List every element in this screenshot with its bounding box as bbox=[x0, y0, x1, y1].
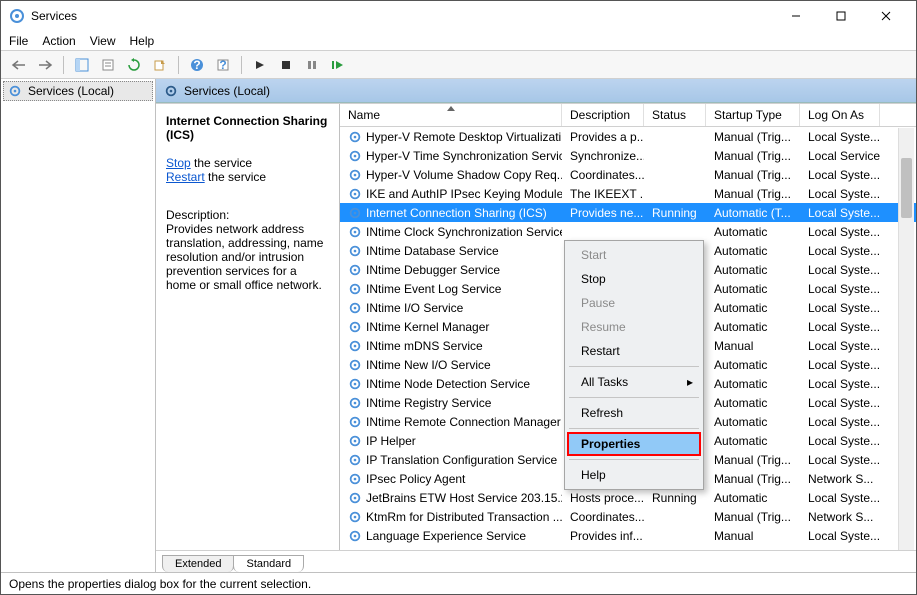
minimize-button[interactable] bbox=[773, 2, 818, 30]
content-area: Services (Local) Services (Local) Intern… bbox=[1, 79, 916, 572]
ctx-start: Start bbox=[567, 243, 701, 267]
menu-action[interactable]: Action bbox=[42, 34, 75, 48]
restart-service-link[interactable]: Restart bbox=[166, 170, 205, 184]
gear-icon bbox=[8, 84, 22, 98]
description-label: Description: bbox=[166, 208, 329, 222]
ctx-stop[interactable]: Stop bbox=[567, 267, 701, 291]
help-toolbar-button[interactable]: ? bbox=[185, 53, 209, 77]
service-row[interactable]: Hyper-V Time Synchronization ServiceSync… bbox=[340, 146, 916, 165]
menu-help[interactable]: Help bbox=[130, 34, 155, 48]
help-toolbar-button-2[interactable]: ? bbox=[211, 53, 235, 77]
menu-file[interactable]: File bbox=[9, 34, 28, 48]
svg-text:?: ? bbox=[219, 58, 226, 72]
col-logon[interactable]: Log On As bbox=[800, 104, 880, 126]
menubar: File Action View Help bbox=[1, 31, 916, 51]
service-row[interactable]: Language Experience ServiceProvides inf.… bbox=[340, 526, 916, 545]
ctx-refresh[interactable]: Refresh bbox=[567, 401, 701, 425]
tab-standard[interactable]: Standard bbox=[233, 555, 304, 572]
gear-icon bbox=[164, 84, 178, 98]
detail-pane: Internet Connection Sharing (ICS) Stop t… bbox=[156, 104, 340, 550]
stop-service-link[interactable]: Stop bbox=[166, 156, 191, 170]
services-window: Services File Action View Help ? ? bbox=[0, 0, 917, 595]
pause-service-button[interactable] bbox=[300, 53, 324, 77]
toolbar: ? ? bbox=[1, 51, 916, 79]
column-headers: Name Description Status Startup Type Log… bbox=[340, 104, 916, 127]
start-service-button[interactable] bbox=[248, 53, 272, 77]
ctx-pause: Pause bbox=[567, 291, 701, 315]
export-list-button[interactable] bbox=[148, 53, 172, 77]
pane-header: Services (Local) bbox=[156, 79, 916, 103]
ctx-help[interactable]: Help bbox=[567, 463, 701, 487]
col-startup[interactable]: Startup Type bbox=[706, 104, 800, 126]
window-title: Services bbox=[31, 9, 773, 23]
forward-button[interactable] bbox=[33, 53, 57, 77]
service-row[interactable]: JetBrains ETW Host Service 203.15.20.0Ho… bbox=[340, 488, 916, 507]
svg-text:?: ? bbox=[193, 58, 200, 72]
ctx-restart[interactable]: Restart bbox=[567, 339, 701, 363]
tree-root-label: Services (Local) bbox=[28, 84, 114, 98]
service-row[interactable]: INtime Clock Synchronization ServiceAuto… bbox=[340, 222, 916, 241]
col-description[interactable]: Description bbox=[562, 104, 644, 126]
service-list: Name Description Status Startup Type Log… bbox=[340, 104, 916, 550]
view-tabs: Extended Standard bbox=[156, 550, 916, 572]
maximize-button[interactable] bbox=[818, 2, 863, 30]
description-text: Provides network address translation, ad… bbox=[166, 222, 329, 292]
tree-root-services-local[interactable]: Services (Local) bbox=[3, 81, 153, 101]
col-status[interactable]: Status bbox=[644, 104, 706, 126]
right-pane: Services (Local) Internet Connection Sha… bbox=[156, 79, 916, 572]
tab-extended[interactable]: Extended bbox=[162, 555, 234, 572]
refresh-button[interactable] bbox=[122, 53, 146, 77]
services-app-icon bbox=[9, 8, 25, 24]
status-bar: Opens the properties dialog box for the … bbox=[1, 572, 916, 594]
show-hide-tree-button[interactable] bbox=[70, 53, 94, 77]
titlebar: Services bbox=[1, 1, 916, 31]
service-row[interactable]: Hyper-V Volume Shadow Copy Req...Coordin… bbox=[340, 165, 916, 184]
stop-service-button[interactable] bbox=[274, 53, 298, 77]
properties-toolbar-button[interactable] bbox=[96, 53, 120, 77]
menu-view[interactable]: View bbox=[90, 34, 116, 48]
service-row[interactable]: KtmRm for Distributed Transaction ...Coo… bbox=[340, 507, 916, 526]
status-text: Opens the properties dialog box for the … bbox=[9, 577, 311, 591]
ctx-resume: Resume bbox=[567, 315, 701, 339]
pane-header-label: Services (Local) bbox=[184, 84, 270, 98]
ctx-all-tasks[interactable]: All Tasks▸ bbox=[567, 370, 701, 394]
selected-service-name: Internet Connection Sharing (ICS) bbox=[166, 114, 329, 142]
context-menu: Start Stop Pause Resume Restart All Task… bbox=[564, 240, 704, 490]
vertical-scrollbar[interactable] bbox=[898, 128, 914, 550]
close-button[interactable] bbox=[863, 2, 908, 30]
restart-service-button[interactable] bbox=[326, 53, 350, 77]
back-button[interactable] bbox=[7, 53, 31, 77]
chevron-right-icon: ▸ bbox=[687, 375, 693, 389]
ctx-properties[interactable]: Properties bbox=[567, 432, 701, 456]
service-row[interactable]: IKE and AuthIP IPsec Keying ModulesThe I… bbox=[340, 184, 916, 203]
col-name[interactable]: Name bbox=[340, 104, 562, 126]
service-row[interactable]: Internet Connection Sharing (ICS)Provide… bbox=[340, 203, 916, 222]
service-row[interactable]: Hyper-V Remote Desktop Virtualizati...Pr… bbox=[340, 127, 916, 146]
tree-pane: Services (Local) bbox=[1, 79, 156, 572]
